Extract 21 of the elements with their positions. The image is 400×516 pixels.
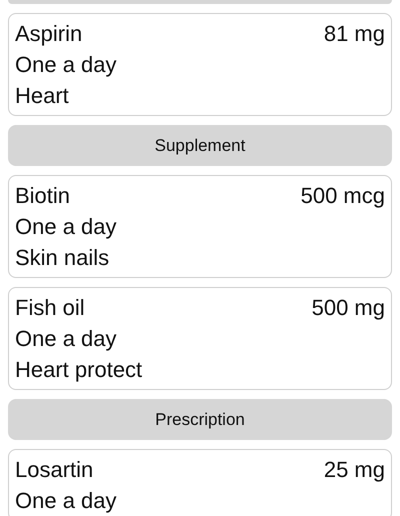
medication-card[interactable]: Fish oil 500 mg One a day Heart protect <box>8 287 392 390</box>
frequency-text: One a day <box>15 213 117 241</box>
note-text: Heart protect <box>15 356 142 384</box>
medication-name: Fish oil <box>15 294 85 322</box>
section-header: Prescription <box>8 399 392 440</box>
medication-card[interactable]: Biotin 500 mcg One a day Skin nails <box>8 175 392 278</box>
dose-text: 500 mcg <box>300 182 385 210</box>
frequency-text: One a day <box>15 325 117 353</box>
note-text: Skin nails <box>15 244 110 272</box>
note-text: Heart <box>15 82 69 110</box>
medication-name: Aspirin <box>15 20 82 48</box>
frequency-text: One a day <box>15 487 117 515</box>
section-header: Supplement <box>8 125 392 166</box>
frequency-text: One a day <box>15 51 117 79</box>
dose-text: 81 mg <box>324 20 385 48</box>
medication-name: Losartin <box>15 456 94 484</box>
medication-card[interactable]: Losartin 25 mg One a day <box>8 449 392 516</box>
medication-name: Biotin <box>15 182 70 210</box>
dose-text: 500 mg <box>312 294 385 322</box>
dose-text: 25 mg <box>324 456 385 484</box>
medication-card[interactable]: Aspirin 81 mg One a day Heart <box>8 13 392 116</box>
